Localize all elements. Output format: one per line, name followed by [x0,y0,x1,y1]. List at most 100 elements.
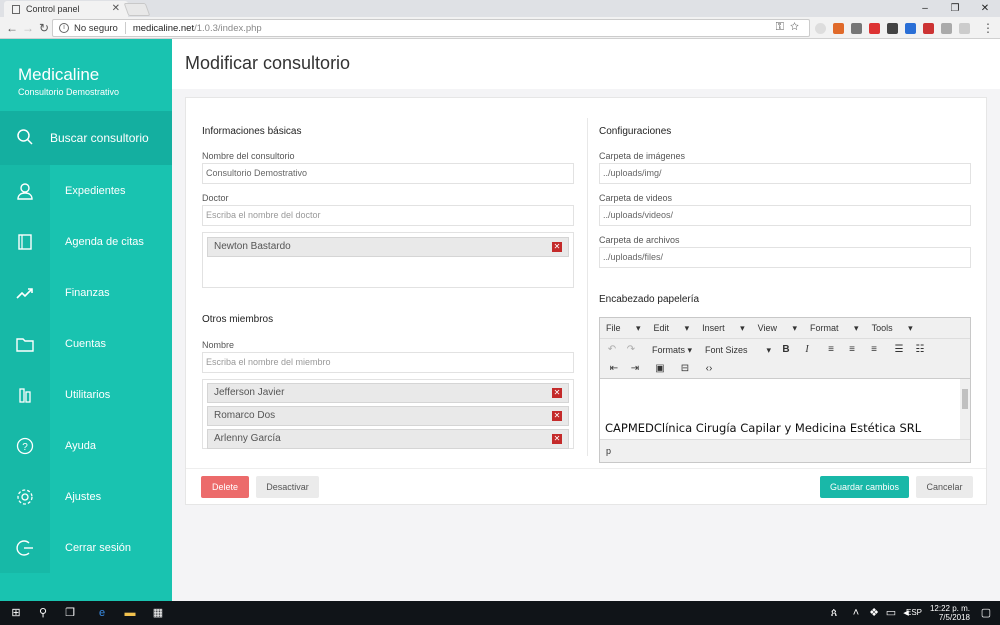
editor-menu-view[interactable]: View ▾ [758,323,797,334]
address-bar[interactable]: i No seguro medicaline.net /1.0.3/index.… [52,19,810,37]
redo-icon[interactable]: ↷ [624,344,638,355]
cancel-button[interactable]: Cancelar [916,476,973,498]
bold-icon[interactable]: B [779,344,793,355]
extension-icon[interactable] [833,23,844,34]
dropbox-icon[interactable]: ❖ [866,605,882,621]
editor-menu-tools[interactable]: Tools ▾ [872,323,913,334]
new-tab-button[interactable] [123,3,151,16]
extension-icon[interactable] [815,23,826,34]
numbered-list-icon[interactable]: ☷ [913,344,927,355]
language-indicator[interactable]: ESP [906,608,922,617]
browser-tab[interactable]: Control panel ✕ [4,1,128,17]
member-tag: Jefferson Javier ✕ [207,383,569,403]
sidebar-item-label: Finanzas [65,286,110,299]
back-icon[interactable]: ← [4,20,20,36]
member-name: Romarco Dos [214,410,276,421]
sidebar-item-ajustes[interactable]: Ajustes [0,471,172,522]
editor-content[interactable]: CAPMEDClínica Cirugía Capilar y Medicina… [600,379,970,439]
members-title: Otros miembros [202,314,274,325]
search-icon[interactable]: ⚲ [35,605,51,621]
delete-button[interactable]: Delete [201,476,249,498]
info-icon[interactable]: i [59,23,69,33]
edge-icon[interactable]: e [94,605,110,621]
undo-icon[interactable]: ↶ [605,344,619,355]
bullet-list-icon[interactable]: ☰ [892,344,906,355]
font-sizes-dropdown[interactable]: Font Sizes ▾ [705,345,771,355]
extension-icon[interactable] [887,23,898,34]
extension-icon[interactable] [851,23,862,34]
files-folder-input[interactable]: ../uploads/files/ [599,247,971,268]
sidebar-item-search[interactable]: Buscar consultorio [0,111,172,165]
url-path: /1.0.3/index.php [194,22,262,34]
minimize-icon[interactable]: – [910,0,940,17]
bookmark-star-icon[interactable]: ⚿☆ [776,21,805,34]
task-view-icon[interactable]: ❐ [62,605,78,621]
italic-icon[interactable]: I [800,344,814,355]
file-explorer-icon[interactable]: ▬ [122,605,138,621]
brand-name: Medicaline [18,65,100,84]
clock[interactable]: 12:22 p. m. 7/5/2018 [930,604,970,622]
indent-icon[interactable]: ⇥ [628,363,642,374]
source-code-icon[interactable]: ‹› [702,363,716,374]
remove-icon[interactable]: ✕ [552,411,562,421]
letterhead-title: Encabezado papelería [599,294,700,305]
element-path[interactable]: p [606,446,611,456]
sidebar-item-label: Cerrar sesión [65,541,132,554]
image-icon[interactable]: ▣ [653,363,667,374]
align-right-icon[interactable]: ≡ [867,344,881,355]
align-left-icon[interactable]: ≡ [824,344,838,355]
reload-icon[interactable]: ↻ [36,20,52,36]
close-tab-icon[interactable]: ✕ [112,3,120,14]
align-center-icon[interactable]: ≡ [845,344,859,355]
extension-icon[interactable] [923,23,934,34]
editor-menu-insert[interactable]: Insert ▾ [702,323,745,334]
maximize-icon[interactable]: ❐ [940,0,970,17]
gmail-icon[interactable] [869,23,880,34]
brand-subtitle: Consultorio Demostrativo [18,87,120,97]
images-folder-input[interactable]: ../uploads/img/ [599,163,971,184]
page-break-icon[interactable]: ⊟ [678,363,692,374]
store-icon[interactable]: ▦ [150,605,166,621]
clinic-name-input[interactable]: Consultorio Demostrativo [202,163,574,184]
editor-menu-file[interactable]: File ▾ [606,323,641,334]
page-header: Modificar consultorio [172,39,1000,89]
extension-icon[interactable] [941,23,952,34]
people-icon[interactable]: ጰ [826,605,842,621]
forward-icon[interactable]: → [20,20,36,36]
outdent-icon[interactable]: ⇤ [607,363,621,374]
sidebar: Medicaline Consultorio Demostrativo Busc… [0,39,172,601]
network-icon[interactable]: ▭ [883,605,899,621]
sidebar-item-finanzas[interactable]: Finanzas [0,267,172,318]
sidebar-item-ayuda[interactable]: ? Ayuda [0,420,172,471]
save-button[interactable]: Guardar cambios [820,476,909,498]
remove-icon[interactable]: ✕ [552,242,562,252]
taskbar: ⊞ ⚲ ❐ e ▬ ▦ ጰ ˄ ❖ ▭ ◂ ESP 12:22 p. m. 7/… [0,601,1000,625]
close-window-icon[interactable]: ✕ [970,0,1000,17]
editor-menu-format[interactable]: Format ▾ [810,323,859,334]
windows-start-icon[interactable]: ⊞ [8,605,24,621]
doctor-input[interactable]: Escriba el nombre del doctor [202,205,574,226]
deactivate-button[interactable]: Desactivar [256,476,319,498]
tray-expand-icon[interactable]: ˄ [848,605,864,621]
clinic-name-label: Nombre del consultorio [202,151,295,161]
formats-dropdown[interactable]: Formats ▾ [652,345,692,356]
sidebar-item-agenda[interactable]: Agenda de citas [0,216,172,267]
extension-icon[interactable] [905,23,916,34]
menu-icon[interactable]: ⋮ [980,20,996,36]
extension-icon[interactable] [959,23,970,34]
videos-folder-input[interactable]: ../uploads/videos/ [599,205,971,226]
files-folder-label: Carpeta de archivos [599,235,680,245]
member-input[interactable]: Escriba el nombre del miembro [202,352,574,373]
sidebar-item-utilitarios[interactable]: Utilitarios [0,369,172,420]
editor-menu-edit[interactable]: Edit ▾ [654,323,690,334]
remove-icon[interactable]: ✕ [552,434,562,444]
sidebar-item-expedientes[interactable]: Expedientes [0,165,172,216]
editor-scrollbar[interactable] [960,379,970,439]
user-icon [0,165,50,216]
notifications-icon[interactable]: ▢ [978,605,994,621]
remove-icon[interactable]: ✕ [552,388,562,398]
clock-time: 12:22 p. m. [929,604,970,613]
browser-tabbar: Control panel ✕ – ❐ ✕ [0,0,1000,17]
sidebar-item-cerrar-sesion[interactable]: Cerrar sesión [0,522,172,573]
sidebar-item-cuentas[interactable]: Cuentas [0,318,172,369]
